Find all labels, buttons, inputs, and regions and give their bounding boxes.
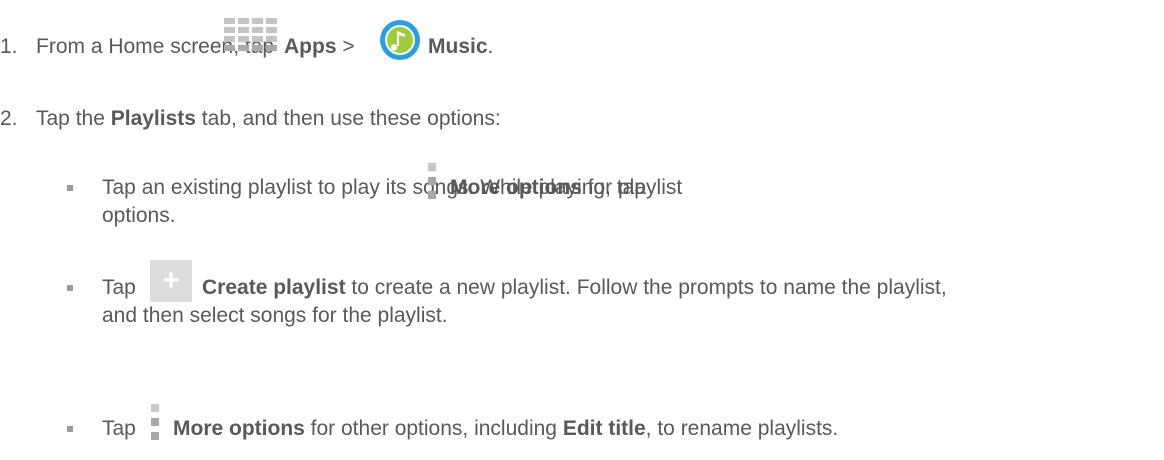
bullet-3-intro: Tap xyxy=(102,417,136,440)
more-options-label: More options xyxy=(450,176,582,199)
create-playlist-plus-icon: + xyxy=(150,260,192,302)
music-note-icon xyxy=(378,18,422,68)
step-1-end: . xyxy=(487,35,494,58)
bullet-marker xyxy=(67,285,73,291)
apps-grid-icon xyxy=(224,18,277,51)
bullet-1-rest: More options for playlist xyxy=(450,176,682,200)
bullet-marker xyxy=(67,185,73,191)
bullet-2-rest: Create playlist to create a new playlist… xyxy=(202,276,947,300)
step-1-music: Music. xyxy=(428,35,493,59)
step-2-intro: Tap the xyxy=(36,107,111,130)
more-options-icon xyxy=(428,163,436,205)
music-label: Music xyxy=(428,35,488,58)
step-2-number: 2. xyxy=(0,107,18,131)
bullet-marker xyxy=(67,426,73,432)
step-1-number: 1. xyxy=(0,35,18,58)
step-2-text: Tap the Playlists tab, and then use thes… xyxy=(36,107,501,131)
bullet-2-after: to create a new playlist. Follow the pro… xyxy=(345,276,947,299)
more-options-icon xyxy=(151,404,159,446)
bullet-3-end: , to rename playlists. xyxy=(645,417,839,440)
step-1-apps: Apps > xyxy=(284,35,355,59)
step-1-separator: > xyxy=(336,35,355,58)
edit-title-label: Edit title xyxy=(562,417,646,440)
more-options-label: More options xyxy=(173,417,305,440)
bullet-2-continuation: and then select songs for the playlist. xyxy=(102,304,448,327)
bullet-1-continuation: options. xyxy=(102,204,176,227)
bullet-3-rest: More options for other options, includin… xyxy=(173,417,838,441)
step-1: 1. xyxy=(0,35,18,59)
playlists-label: Playlists xyxy=(110,107,196,130)
apps-label: Apps xyxy=(284,35,337,58)
bullet-3-mid: for other options, including xyxy=(304,417,563,440)
bullet-2-intro: Tap xyxy=(102,276,136,299)
step-2-rest: tab, and then use these options: xyxy=(195,107,501,130)
step-2-num: 2. xyxy=(0,107,18,130)
create-playlist-label: Create playlist xyxy=(202,276,346,299)
bullet-1-after: for playlist xyxy=(581,176,683,199)
